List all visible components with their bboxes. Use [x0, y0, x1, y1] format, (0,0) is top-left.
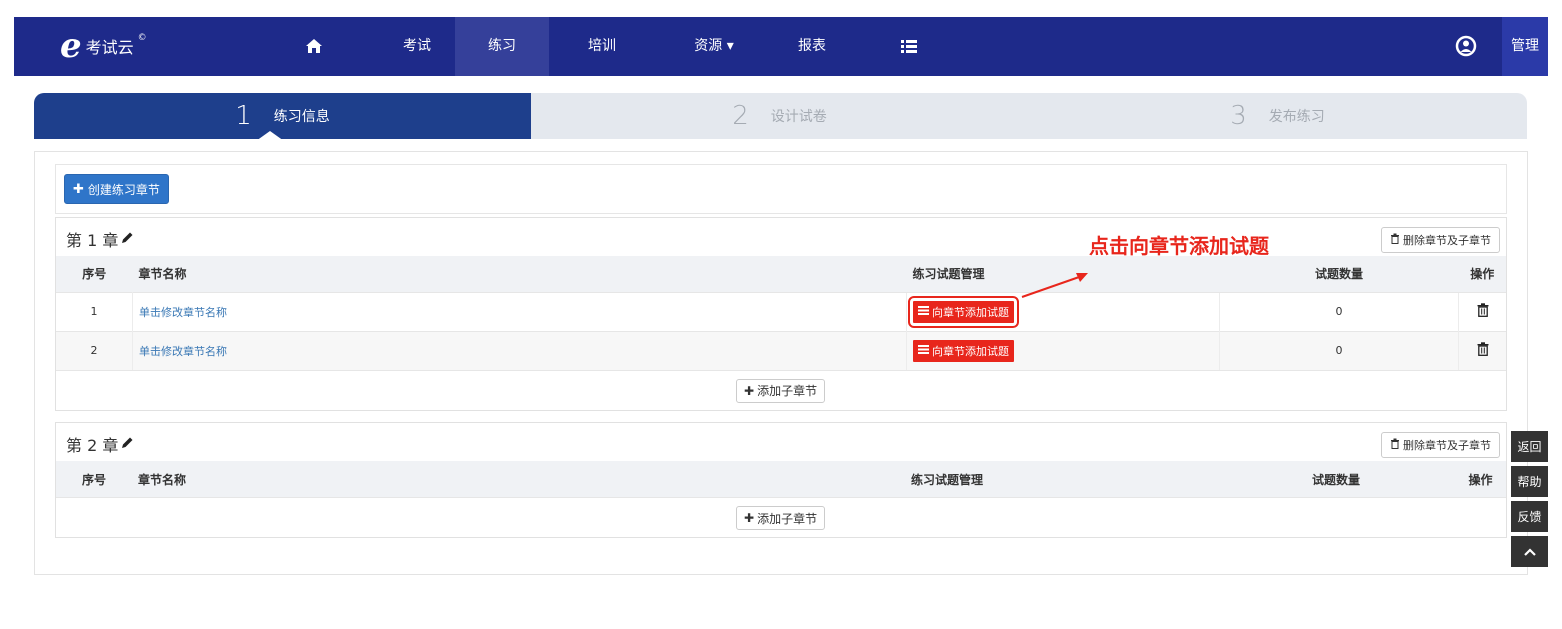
col-count: 试题数量	[1314, 267, 1363, 282]
col-no: 序号	[82, 267, 107, 282]
add-subchapter-row: ✚ 添加子章节	[56, 369, 1506, 410]
top-navbar: e 考试云 © 考试 练习 培训 资源 ▾ 报表 管理	[14, 17, 1548, 76]
add-questions-label: 向章节添加试题	[932, 344, 1009, 358]
add-questions-button[interactable]: 向章节添加试题	[913, 339, 1014, 362]
add-questions-button[interactable]: 向章节添加试题	[908, 295, 1019, 328]
col-name: 章节名称	[138, 267, 187, 282]
row-op-cell	[1458, 291, 1506, 331]
step-number: 1	[235, 101, 252, 131]
user-icon	[1455, 35, 1477, 57]
user-menu[interactable]	[1446, 17, 1486, 76]
chapter-title-text: 第 1 章	[66, 231, 119, 250]
logo-text: 考试云	[85, 38, 134, 57]
chevron-up-icon	[1523, 545, 1536, 559]
step-label: 设计试卷	[770, 109, 827, 125]
nav-reports[interactable]: 报表	[779, 17, 845, 76]
pencil-icon[interactable]	[120, 435, 134, 454]
col-name: 章节名称	[138, 472, 187, 487]
trash-icon[interactable]	[1477, 303, 1489, 320]
col-op: 操作	[1470, 267, 1495, 282]
logo[interactable]: e 考试云 ©	[60, 26, 147, 66]
table-header-row: 序号 章节名称 练习试题管理 试题数量 操作	[56, 256, 1506, 292]
step-label: 练习信息	[273, 109, 330, 125]
nav-more[interactable]	[884, 17, 934, 76]
list-icon	[918, 344, 929, 357]
toolbar: ✚ 创建练习章节	[55, 164, 1507, 214]
add-subchapter-button[interactable]: ✚ 添加子章节	[736, 378, 826, 403]
row-no: 2	[56, 330, 133, 370]
plus-icon: ✚	[744, 383, 755, 398]
row-count: 0	[1219, 291, 1459, 331]
row-count: 0	[1219, 330, 1459, 370]
row-name-cell: 单击修改章节名称	[132, 291, 907, 331]
content-panel: ✚ 创建练习章节 第 1 章 删除章节及子章节 序号 章节名称 练习试题管理 试…	[34, 151, 1528, 575]
step-3[interactable]: 3 发布练习	[1028, 93, 1527, 139]
chapter-name-link[interactable]: 单击修改章节名称	[139, 306, 227, 319]
chapter-title: 第 2 章	[66, 432, 134, 456]
add-subchapter-row: ✚ 添加子章节	[56, 497, 1506, 537]
row-no: 1	[56, 291, 133, 331]
scroll-top-button[interactable]	[1511, 536, 1548, 567]
nav-training[interactable]: 培训	[569, 17, 635, 76]
add-questions-label: 向章节添加试题	[932, 305, 1009, 319]
annotation-arrow-icon	[1021, 273, 1088, 298]
help-button[interactable]: 帮助	[1511, 466, 1548, 497]
trash-icon	[1390, 438, 1400, 452]
col-count: 试题数量	[1311, 472, 1360, 487]
step-number: 2	[732, 101, 749, 131]
step-label: 发布练习	[1268, 109, 1325, 125]
list-icon	[901, 39, 917, 53]
trash-icon	[1390, 233, 1400, 247]
delete-chapter-label: 删除章节及子章节	[1403, 234, 1491, 247]
active-step-pointer	[256, 131, 284, 141]
side-toolbar: 返回 帮助 反馈	[1511, 431, 1548, 571]
chapter-2: 第 2 章 删除章节及子章节 序号 章节名称 练习试题管理 试题数量 操作 ✚ …	[55, 422, 1507, 538]
col-op: 操作	[1468, 472, 1493, 487]
col-no: 序号	[81, 472, 106, 487]
nav-practice[interactable]: 练习	[455, 17, 549, 76]
chapter-table: 序号 章节名称 练习试题管理 试题数量 操作 1 单击修改章节名称 向章节添加试…	[56, 256, 1506, 370]
row-op-cell	[1458, 330, 1506, 370]
pencil-icon[interactable]	[120, 230, 134, 249]
plus-icon: ✚	[744, 511, 755, 525]
annotation-text: 点击向章节添加试题	[1089, 234, 1269, 258]
delete-chapter-label: 删除章节及子章节	[1403, 439, 1491, 452]
chapter-title: 第 1 章	[66, 227, 134, 251]
chapter-name-link[interactable]: 单击修改章节名称	[139, 345, 227, 358]
plus-icon: ✚	[73, 181, 84, 197]
trash-icon[interactable]	[1477, 342, 1489, 359]
chapter-table: 序号 章节名称 练习试题管理 试题数量 操作	[56, 461, 1506, 497]
feedback-button[interactable]: 反馈	[1511, 501, 1548, 532]
home-icon	[306, 39, 322, 53]
add-subchapter-label: 添加子章节	[757, 511, 818, 526]
table-row: 2 单击修改章节名称 向章节添加试题 0	[56, 330, 1506, 370]
admin-link[interactable]: 管理	[1502, 17, 1548, 76]
create-chapter-button[interactable]: ✚ 创建练习章节	[64, 174, 169, 204]
add-subchapter-label: 添加子章节	[757, 384, 818, 398]
delete-chapter-button[interactable]: 删除章节及子章节	[1381, 227, 1500, 253]
nav-exam[interactable]: 考试	[379, 17, 455, 76]
back-button[interactable]: 返回	[1511, 431, 1548, 462]
col-mgmt: 练习试题管理	[911, 472, 984, 487]
delete-chapter-button[interactable]: 删除章节及子章节	[1381, 432, 1500, 458]
logo-registered: ©	[137, 33, 147, 43]
logo-mark: e	[60, 26, 82, 66]
step-number: 3	[1230, 101, 1247, 131]
nav-home[interactable]	[284, 17, 344, 76]
chapter-1: 第 1 章 删除章节及子章节 序号 章节名称 练习试题管理 试题数量 操作 1 …	[55, 217, 1507, 411]
create-chapter-label: 创建练习章节	[87, 182, 160, 197]
chapter-title-text: 第 2 章	[66, 436, 119, 455]
list-icon	[918, 305, 929, 318]
table-row: 1 单击修改章节名称 向章节添加试题 0	[56, 291, 1506, 331]
step-2[interactable]: 2 设计试卷	[531, 93, 1028, 139]
nav-resources[interactable]: 资源 ▾	[674, 17, 754, 76]
row-name-cell: 单击修改章节名称	[132, 330, 907, 370]
row-mgmt-cell: 向章节添加试题	[906, 330, 1220, 370]
table-header-row: 序号 章节名称 练习试题管理 试题数量 操作	[56, 461, 1506, 497]
add-subchapter-button[interactable]: ✚ 添加子章节	[736, 506, 826, 530]
